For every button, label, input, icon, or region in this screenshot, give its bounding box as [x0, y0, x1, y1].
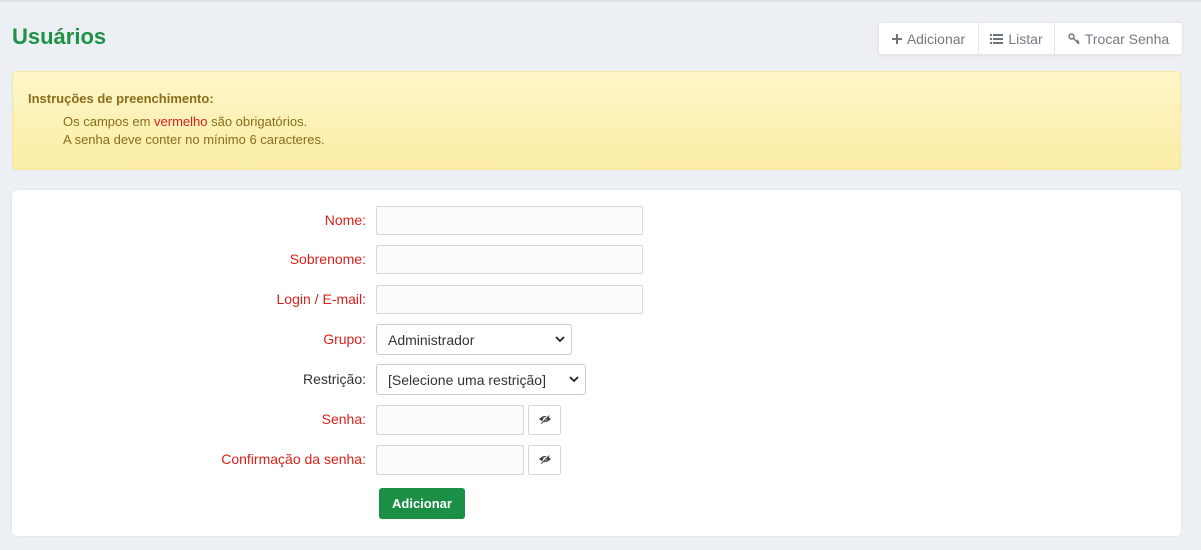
show-password-button[interactable] [528, 405, 561, 435]
change-password-button[interactable]: Trocar Senha [1055, 23, 1182, 54]
plus-icon [891, 33, 902, 44]
list-button[interactable]: Listar [979, 23, 1055, 54]
restricao-select-value: [Selecione uma restrição] [388, 371, 546, 388]
grupo-label: Grupo: [323, 331, 366, 347]
chevron-down-icon [555, 336, 565, 343]
grupo-select[interactable]: Administrador [376, 324, 572, 355]
instructions-line1-suffix: são obrigatórios. [207, 114, 308, 129]
list-button-label: Listar [1008, 30, 1043, 47]
page-title: Usuários [12, 24, 107, 49]
confirmacao-label: Confirmação da senha: [221, 451, 366, 467]
restricao-label: Restrição: [302, 371, 366, 387]
senha-label: Senha: [321, 411, 366, 427]
instructions-password-line: A senha deve conter no mínimo 6 caracter… [63, 132, 325, 147]
submit-add-button[interactable]: Adicionar [379, 488, 465, 519]
instructions-title: Instruções de preenchimento: [28, 91, 214, 106]
grupo-select-value: Administrador [388, 331, 475, 348]
list-icon [990, 33, 1004, 44]
nome-input[interactable] [376, 206, 643, 235]
instructions-line1-prefix: Os campos em [63, 114, 155, 129]
add-button-label: Adicionar [906, 30, 966, 47]
senha-input[interactable] [376, 405, 524, 435]
restricao-select[interactable]: [Selecione uma restrição] [376, 364, 586, 395]
confirmacao-senha-input[interactable] [376, 445, 524, 475]
instructions-alert: Instruções de preenchimento: Os campos e… [12, 71, 1181, 170]
action-button-group: Adicionar Listar Trocar Senha [878, 22, 1183, 55]
nome-label: Nome: [324, 212, 366, 228]
sobrenome-label: Sobrenome: [289, 251, 366, 267]
eye-slash-icon [538, 411, 552, 429]
login-label: Login / E-mail: [276, 291, 366, 307]
eye-slash-icon [538, 451, 552, 469]
top-border [0, 0, 1201, 2]
change-password-button-label: Trocar Senha [1084, 30, 1170, 47]
chevron-down-icon [569, 376, 579, 383]
login-email-input[interactable] [376, 285, 643, 314]
sobrenome-input[interactable] [376, 245, 643, 274]
key-icon [1068, 32, 1080, 45]
instructions-required-line: Os campos em vermelho são obrigatórios. [63, 114, 307, 129]
instructions-red-word: vermelho [154, 114, 208, 129]
add-button[interactable]: Adicionar [879, 23, 979, 54]
show-confirm-password-button[interactable] [528, 445, 561, 475]
user-form-panel: Nome: Sobrenome: Login / E-mail: Grupo: … [12, 190, 1181, 536]
